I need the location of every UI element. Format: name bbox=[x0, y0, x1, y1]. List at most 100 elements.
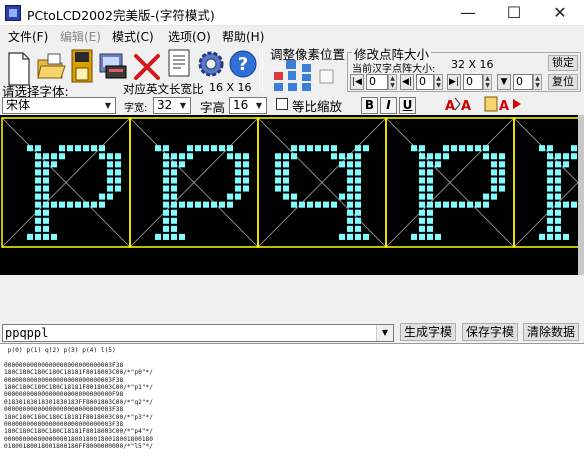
text-input[interactable]: ppqppl bbox=[2, 324, 394, 342]
save-icon[interactable] bbox=[67, 48, 97, 84]
lcd-pixel bbox=[547, 169, 553, 176]
lcd-pixel bbox=[163, 217, 169, 224]
lcd-pixel bbox=[243, 177, 249, 184]
menu-mode[interactable]: 模式(C) bbox=[112, 28, 154, 45]
lcd-pixel bbox=[355, 185, 361, 192]
generate-button[interactable]: 生成字模 bbox=[400, 323, 456, 341]
lcd-pixel bbox=[411, 145, 417, 152]
lcd-pixel bbox=[547, 217, 553, 224]
proportional-checkbox[interactable] bbox=[276, 98, 288, 110]
rotate-icon[interactable]: A A bbox=[443, 95, 479, 113]
pixel-shift-icons[interactable] bbox=[272, 60, 344, 92]
menu-options[interactable]: 选项(O) bbox=[168, 28, 211, 45]
generate-code-icon[interactable] bbox=[98, 50, 128, 80]
spin-arrows-3[interactable]: ▲ ▼ bbox=[483, 74, 492, 90]
lcd-pixel bbox=[51, 153, 57, 160]
maximize-button[interactable]: ☐ bbox=[492, 0, 536, 26]
mirror-icon[interactable]: A bbox=[483, 95, 523, 113]
expand-down-button[interactable]: ▼ bbox=[497, 74, 511, 90]
lcd-pixel bbox=[35, 193, 41, 200]
expand-right-button[interactable]: ▶| bbox=[447, 74, 461, 90]
lcd-pixel bbox=[43, 225, 49, 232]
lcd-pixel bbox=[163, 153, 169, 160]
lcd-pixel bbox=[275, 177, 281, 184]
lcd-pixel bbox=[275, 185, 281, 192]
lcd-pixel bbox=[355, 209, 361, 216]
lcd-pixel bbox=[171, 161, 177, 168]
lcd-pixel bbox=[555, 161, 561, 168]
close-button[interactable]: ✕ bbox=[538, 0, 582, 26]
lcd-canvas bbox=[1, 117, 584, 248]
lcd-pixel bbox=[179, 201, 185, 208]
lcd-pixel bbox=[171, 209, 177, 216]
lcd-pixel bbox=[115, 177, 121, 184]
help-icon[interactable]: ? bbox=[228, 49, 258, 79]
shrink-right-button[interactable]: ◀| bbox=[400, 74, 414, 90]
lcd-pixel bbox=[571, 201, 577, 208]
lcd-pixel bbox=[107, 153, 113, 160]
lcd-pixel bbox=[427, 169, 433, 176]
char-width-select[interactable]: 32 ▼ bbox=[153, 97, 191, 114]
clear-data-button[interactable]: 清除数据 bbox=[523, 323, 579, 341]
lcd-preview[interactable] bbox=[0, 115, 584, 275]
underline-button[interactable]: U bbox=[399, 97, 416, 114]
lcd-pixel bbox=[347, 185, 353, 192]
lcd-pixel bbox=[419, 185, 425, 192]
lcd-pixel bbox=[435, 233, 441, 240]
lcd-pixel bbox=[171, 153, 177, 160]
bold-button[interactable]: B bbox=[361, 97, 378, 114]
lcd-pixel bbox=[331, 153, 337, 160]
lcd-pixel bbox=[35, 169, 41, 176]
open-folder-icon[interactable] bbox=[36, 52, 66, 82]
chevron-down-icon[interactable]: ▼ bbox=[376, 325, 393, 341]
lcd-pixel bbox=[555, 177, 561, 184]
font-select[interactable]: 宋体 ▼ bbox=[2, 97, 116, 114]
spin-arrows-1[interactable]: ▲ ▼ bbox=[388, 74, 397, 90]
chevron-down-icon: ▼ bbox=[179, 101, 187, 110]
lcd-pixel bbox=[355, 161, 361, 168]
lcd-pixel bbox=[99, 153, 105, 160]
lcd-pixel bbox=[235, 169, 241, 176]
lcd-pixel bbox=[291, 193, 297, 200]
output-line: 00000000000000000000000000000F98 bbox=[4, 391, 124, 399]
spin-input-2[interactable]: 0 bbox=[416, 74, 434, 90]
save-font-button[interactable]: 保存字模 bbox=[462, 323, 518, 341]
lcd-pixel bbox=[443, 145, 449, 152]
char-height-select[interactable]: 16 ▼ bbox=[229, 97, 267, 114]
menu-edit[interactable]: 编辑(E) bbox=[60, 28, 101, 45]
lcd-pixel bbox=[59, 201, 65, 208]
spin-input-1[interactable]: 0 bbox=[366, 74, 388, 90]
spin-input-3[interactable]: 0 bbox=[463, 74, 483, 90]
lock-button[interactable]: 锁定 bbox=[548, 55, 578, 71]
lcd-pixel bbox=[115, 153, 121, 160]
minimize-button[interactable]: — bbox=[446, 0, 490, 26]
italic-button[interactable]: I bbox=[380, 97, 397, 114]
lcd-pixel bbox=[419, 201, 425, 208]
lcd-pixel bbox=[283, 153, 289, 160]
lcd-pixel bbox=[339, 161, 345, 168]
lcd-pixel bbox=[555, 209, 561, 216]
lcd-pixel bbox=[27, 233, 33, 240]
lcd-pixel bbox=[555, 225, 561, 232]
menu-file[interactable]: 文件(F) bbox=[8, 28, 48, 45]
lcd-pixel bbox=[163, 161, 169, 168]
lcd-pixel bbox=[435, 161, 441, 168]
settings-gear-icon[interactable] bbox=[196, 49, 226, 79]
shrink-left-button[interactable]: |◀ bbox=[350, 74, 364, 90]
spin-arrows-4[interactable]: ▲ ▼ bbox=[533, 74, 542, 90]
spin-arrows-2[interactable]: ▲ ▼ bbox=[434, 74, 443, 90]
lcd-pixel bbox=[427, 185, 433, 192]
lcd-pixel bbox=[299, 201, 305, 208]
output-text[interactable]: p(0) p(1) q(2) p(3) p(4) l(5) 00000000000… bbox=[0, 343, 584, 467]
spin-input-4[interactable]: 0 bbox=[513, 74, 533, 90]
lcd-pixel bbox=[539, 233, 545, 240]
lcd-pixel bbox=[299, 145, 305, 152]
lcd-pixel bbox=[227, 201, 233, 208]
lcd-pixel bbox=[467, 201, 473, 208]
menu-help[interactable]: 帮助(H) bbox=[222, 28, 264, 45]
delete-icon[interactable] bbox=[132, 52, 162, 82]
notes-icon[interactable] bbox=[164, 48, 194, 78]
restore-button[interactable]: 复位 bbox=[548, 74, 578, 90]
lcd-pixel bbox=[339, 153, 345, 160]
lcd-pixel bbox=[315, 145, 321, 152]
